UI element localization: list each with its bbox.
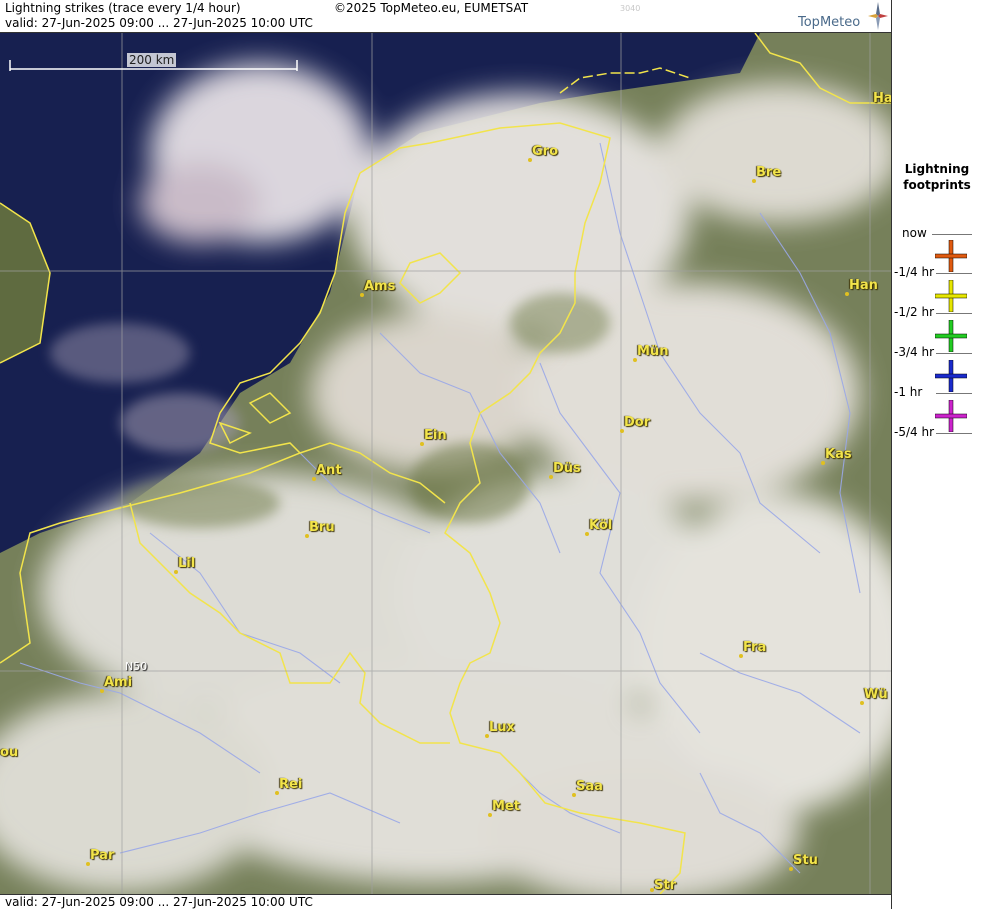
latitude-label: N50 (125, 660, 148, 673)
legend-label-five-quarter: -5/4 hr (894, 425, 934, 439)
city-label: Ein (424, 428, 447, 443)
valid-time: valid: 27-Jun-2025 09:00 ... 27-Jun-2025… (5, 16, 313, 30)
city-label: Par (90, 848, 115, 863)
legend-label-quarter: -1/4 hr (894, 265, 934, 279)
city-label: Gro (532, 144, 559, 159)
city-label: Fra (743, 640, 767, 655)
map-canvas (0, 33, 891, 894)
legend-title-line1: Lightning (904, 162, 970, 176)
city-label: ou (0, 745, 19, 760)
image-code: 3040 (620, 4, 641, 13)
legend-title-line2: footprints (903, 178, 971, 192)
city-label: Stu (793, 853, 818, 868)
legend-panel: Lightning footprints now -1/4 hr -1/2 hr… (891, 0, 983, 909)
header-bar: Lightning strikes (trace every 1/4 hour)… (0, 0, 891, 33)
map-title: Lightning strikes (trace every 1/4 hour) (5, 1, 241, 15)
compass-star-icon (868, 2, 888, 30)
city-label: Han (849, 278, 878, 293)
city-label: Ams (364, 279, 396, 294)
footer-valid-time: valid: 27-Jun-2025 09:00 ... 27-Jun-2025… (5, 895, 313, 909)
footer-bar: valid: 27-Jun-2025 09:00 ... 27-Jun-2025… (0, 894, 891, 910)
legend-title: Lightning footprints (892, 161, 982, 193)
legend-divider (936, 313, 972, 314)
city-label: Bru (309, 520, 335, 535)
legend-divider (932, 234, 972, 235)
legend-label-one-hour: -1 hr (894, 385, 923, 399)
satellite-map[interactable]: 200 km N50 Gro Bre Ha Ams Han Mün Dor Ei… (0, 33, 891, 894)
city-label: Rei (279, 777, 303, 792)
city-label: Str (654, 878, 676, 893)
legend-divider (936, 273, 972, 274)
city-label: Dor (624, 415, 651, 430)
lightning-cross-icon-one-hour (935, 400, 967, 432)
topmeteo-logo: TopMeteo (798, 15, 861, 30)
legend-divider (936, 433, 972, 434)
legend-label-now: now (902, 226, 927, 240)
city-label: Saa (576, 779, 603, 794)
city-label: Lux (489, 720, 515, 735)
city-label: Lil (178, 556, 196, 571)
legend-label-half: -1/2 hr (894, 305, 934, 319)
scale-label: 200 km (127, 53, 177, 67)
city-label: Bre (756, 165, 782, 180)
city-label: Düs (553, 461, 581, 476)
city-label: Wü (864, 687, 888, 702)
city-label: Kas (825, 447, 852, 462)
legend-label-three-quarter: -3/4 hr (894, 345, 934, 359)
legend-divider (936, 353, 972, 354)
lightning-cross-icon-quarter (935, 280, 967, 312)
lightning-cross-icon-half (935, 320, 967, 352)
copyright: ©2025 TopMeteo.eu, EUMETSAT (334, 1, 529, 15)
city-label: Met (492, 799, 520, 814)
lightning-cross-icon-three-quarter (935, 360, 967, 392)
city-label: Köl (589, 518, 613, 533)
city-label: Ami (104, 675, 133, 690)
legend-divider (936, 393, 972, 394)
city-label: Ant (316, 463, 342, 478)
lightning-cross-icon-now (935, 240, 967, 272)
city-label: Ha (873, 91, 891, 106)
city-label: Mün (637, 344, 669, 359)
